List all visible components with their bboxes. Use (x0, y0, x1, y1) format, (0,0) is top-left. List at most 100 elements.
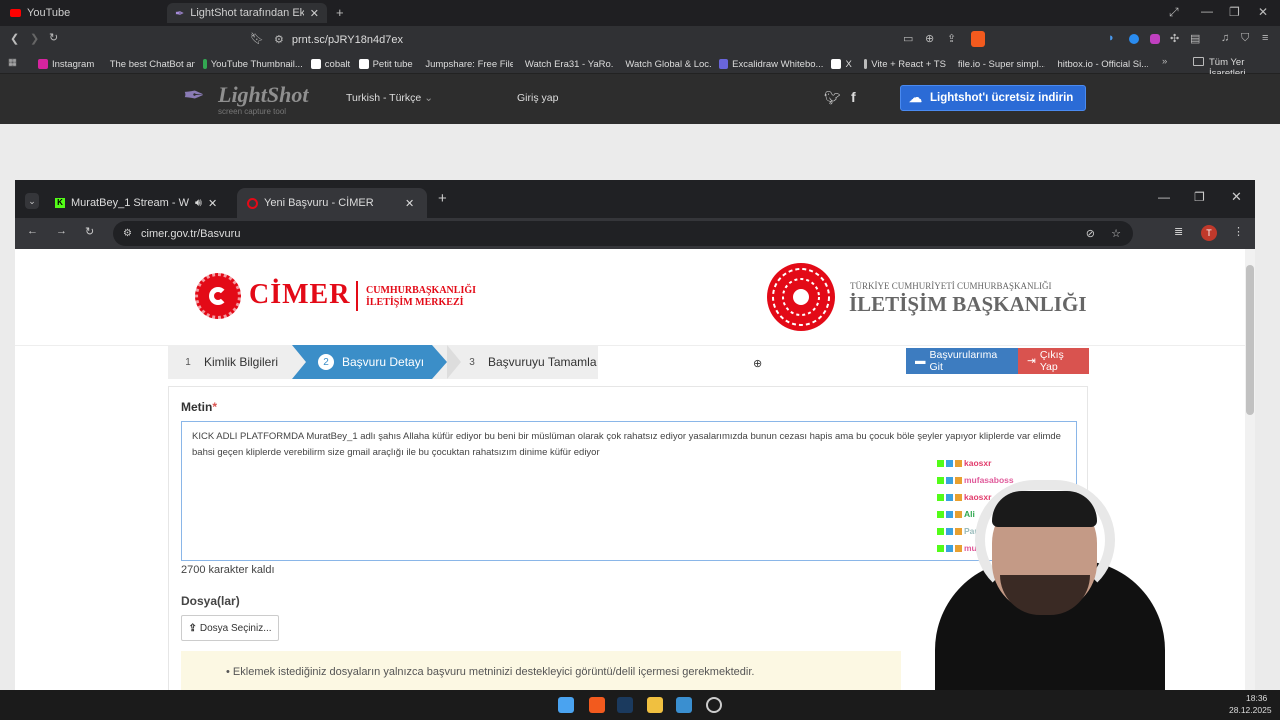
scrollbar[interactable] (1245, 249, 1255, 690)
profile-avatar[interactable]: T (1201, 225, 1217, 241)
bookmark-item[interactable]: YouTube Thumbnail... (203, 57, 303, 71)
inner-url-field[interactable]: ⚙ cimer.gov.tr/Basvuru ⊘ ☆ (113, 221, 1133, 246)
bookmark-item[interactable]: X (831, 57, 856, 71)
scrollbar-thumb[interactable] (1246, 265, 1254, 415)
logout-button[interactable]: ⇥ Çıkış Yap (1018, 348, 1089, 374)
puzzle-icon[interactable]: ✣ (1170, 32, 1179, 45)
bookmark-favicon-icon (203, 59, 207, 69)
close-icon[interactable]: ✕ (405, 197, 414, 210)
tracking-icon[interactable]: ⊘ (1086, 227, 1095, 240)
sidebar-icon[interactable]: ▤ (1190, 32, 1200, 45)
inner-browser-chrome: ⌄ K MuratBey_1 Stream - Watch 🔊︎ ✕ Yeni … (15, 180, 1255, 249)
youtube-icon (10, 9, 21, 17)
bookmark-item[interactable]: The best ChatBot an... (106, 57, 196, 71)
choose-file-button[interactable]: ⇪ Dosya Seçiniz... (181, 615, 279, 641)
file-explorer-icon[interactable] (647, 697, 663, 713)
share-icon[interactable]: ⇪ (947, 32, 956, 45)
screen-icon[interactable]: ▭ (903, 32, 913, 45)
bookmark-item[interactable]: Jumpshare: Free File... (421, 57, 513, 71)
bookmark-item[interactable]: file.io - Super simpl... (954, 57, 1046, 71)
my-applications-button[interactable]: ▬ Başvurularıma Git (906, 348, 1018, 374)
close-icon[interactable]: ✕ (208, 197, 217, 210)
audio-icon[interactable]: ◗ (1108, 32, 1115, 44)
bookmark-favicon-icon (864, 59, 868, 69)
brave-taskbar-icon[interactable] (589, 697, 605, 713)
apps-grid-icon[interactable]: ▦ (8, 57, 17, 68)
button-label: Başvurularıma Git (929, 349, 998, 373)
login-link[interactable]: Giriş yap (517, 92, 558, 104)
twitter-icon[interactable]: 🐦︎ (824, 90, 841, 106)
tab-search-button[interactable]: ⌄ (25, 193, 39, 209)
menu-icon[interactable]: ≡ (1262, 32, 1268, 44)
step-label: Başvuru Detayı (342, 355, 425, 369)
cimer-logo[interactable]: CİMER (249, 279, 350, 311)
brave-shield-icon[interactable] (971, 31, 985, 47)
lightshot-logo[interactable]: LightShot (218, 82, 308, 108)
site-info-icon[interactable]: ⚙ (274, 33, 284, 46)
outer-tab-lightshot[interactable]: ✒ LightShot tarafından Ekran Görü ✕ (167, 3, 327, 23)
windows-start-icon[interactable] (558, 697, 574, 713)
shield-icon[interactable]: ⛉ (1241, 32, 1249, 45)
bookmark-item[interactable]: Excalidraw Whitebo... (718, 57, 823, 71)
inner-tab-kick[interactable]: K MuratBey_1 Stream - Watch 🔊︎ ✕ (45, 188, 235, 218)
speaker-icon[interactable]: 🔊︎ (195, 197, 202, 210)
minimize-button[interactable]: — (1201, 4, 1213, 18)
extensions-icon[interactable]: ⤢ (1169, 5, 1179, 20)
maximize-button[interactable]: ❐ (1194, 190, 1205, 204)
bookmark-label: Watch Era31 - YaRo... (524, 58, 614, 70)
bookmark-item[interactable]: Watch Era31 - YaRo... (521, 57, 614, 71)
logo-divider (356, 281, 358, 311)
lightshot-header: ✒ LightShot screen capture tool Turkish … (0, 74, 1280, 124)
new-tab-button[interactable]: + (438, 190, 447, 207)
clock-time: 18:36 (1246, 693, 1268, 703)
extension-blue-icon[interactable] (1129, 34, 1139, 44)
back-icon[interactable]: ← (27, 225, 38, 237)
step-2[interactable]: 2 Başvuru Detayı (318, 345, 448, 379)
media-icon[interactable]: ≣ (1174, 225, 1183, 238)
forward-icon[interactable]: ❯ (30, 32, 39, 45)
zoom-icon[interactable]: ⊕ (925, 32, 934, 45)
characters-remaining: 2700 karakter kaldı (181, 564, 275, 576)
menu-icon[interactable]: ⋮ (1233, 225, 1244, 238)
language-select[interactable]: Turkish - Türkçe ⌄ (346, 92, 433, 104)
bookmark-item[interactable]: Watch Global & Loc... (621, 57, 711, 71)
maximize-button[interactable]: ❐ (1229, 5, 1240, 19)
bookmark-item[interactable]: Vite + React + TS (864, 57, 946, 71)
bookmark-label: Vite + React + TS (871, 58, 946, 70)
star-icon[interactable]: ☆ (1111, 227, 1121, 240)
outer-url-field[interactable]: ⚙ prnt.sc/pJRY18n4d7ex (274, 30, 1034, 49)
obs-taskbar-icon[interactable] (706, 697, 722, 713)
close-icon[interactable]: ✕ (310, 7, 319, 20)
app-taskbar-icon[interactable] (676, 697, 692, 713)
facebook-icon[interactable]: f (851, 89, 856, 105)
outer-tab-youtube[interactable]: YouTube (2, 3, 162, 23)
download-label: Lightshot'ı ücretsiz indirin (930, 92, 1074, 104)
bookmark-item[interactable]: hitbox.io - Official Si... (1053, 57, 1148, 71)
download-button[interactable]: ☁ Lightshot'ı ücretsiz indirin (900, 85, 1086, 111)
wizard-steps: 1 Kimlik Bilgileri 2 Başvuru Detayı 3 Ba… (168, 345, 598, 379)
inner-tab-cimer[interactable]: Yeni Başvuru - CİMER ✕ (237, 188, 427, 218)
reload-icon[interactable]: ↻ (85, 225, 94, 238)
more-bookmarks-icon[interactable]: » (1162, 56, 1167, 67)
step-1[interactable]: 1 Kimlik Bilgileri (168, 345, 293, 379)
forward-icon[interactable]: → (56, 225, 67, 237)
bookmark-icon[interactable]: 🔖︎ (250, 32, 264, 45)
site-info-icon[interactable]: ⚙ (123, 228, 132, 239)
steam-taskbar-icon[interactable] (617, 697, 633, 713)
minimize-button[interactable]: — (1158, 190, 1170, 204)
bookmark-item[interactable]: cobalt (310, 57, 351, 71)
bookmark-item[interactable]: Instagram (38, 57, 98, 71)
back-icon[interactable]: ❮ (10, 32, 19, 45)
step-3[interactable]: 3 Başvuruyu Tamamla (464, 345, 599, 379)
bookmark-label: Instagram (52, 58, 95, 70)
reload-icon[interactable]: ↻ (49, 31, 58, 44)
bookmark-item[interactable]: Petit tube (358, 57, 414, 71)
extension-purple-icon[interactable] (1150, 34, 1160, 44)
bookmark-label: Jumpshare: Free File... (425, 58, 513, 70)
step-label: Başvuruyu Tamamla (488, 355, 597, 369)
close-window-button[interactable]: ✕ (1258, 5, 1268, 19)
outer-tab-label: LightShot tarafından Ekran Görü (190, 7, 304, 19)
new-tab-button[interactable]: + (336, 5, 344, 20)
music-icon[interactable]: ♫ (1221, 32, 1229, 44)
close-window-button[interactable]: ✕ (1231, 189, 1242, 205)
